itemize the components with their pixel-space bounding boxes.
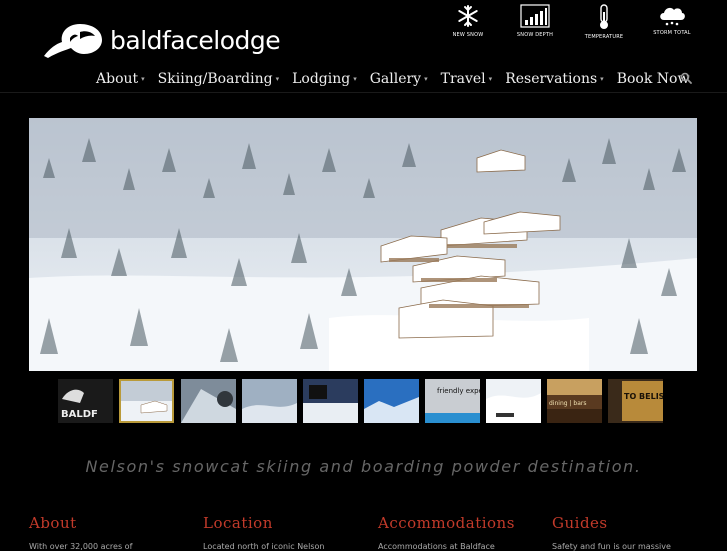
- hero-slide-image[interactable]: [29, 118, 697, 371]
- nav-gallery-label: Gallery: [369, 71, 422, 87]
- chevron-down-icon: ▾: [488, 75, 493, 83]
- site-header: baldfacelodge NEW SNOW SNOW DEPTH TEMPER…: [0, 0, 727, 93]
- thumbnail-5[interactable]: [303, 379, 358, 423]
- nav-reservations-label: Reservations: [505, 71, 598, 87]
- section-location-title[interactable]: Location: [203, 514, 373, 532]
- chevron-down-icon: ▾: [353, 75, 357, 83]
- chevron-down-icon: ▾: [600, 75, 604, 83]
- chevron-down-icon: ▾: [275, 75, 280, 83]
- temperature-label: TEMPERATURE: [584, 34, 624, 40]
- section-guides-text: Safety and fun is our massive: [552, 542, 671, 551]
- new-snow-widget[interactable]: NEW SNOW: [440, 4, 496, 38]
- section-accommodations: Accommodations Accommodations at Baldfac…: [378, 514, 548, 551]
- lodge-snow-aerial-image: [29, 118, 697, 371]
- new-snow-label: NEW SNOW: [452, 32, 484, 38]
- thumbnail-7[interactable]: friendly experience certified.: [425, 379, 480, 423]
- thumbnail-image: [364, 379, 419, 423]
- thumbnail-caption: TO BELIS RID: [624, 392, 663, 401]
- nav-skiing-boarding-label: Skiing/Boarding: [157, 71, 273, 87]
- snow-depth-bars-icon: [520, 4, 550, 28]
- thumbnail-image: [181, 379, 236, 423]
- chevron-down-icon: ▾: [141, 75, 145, 83]
- cloud-snow-icon: [660, 7, 685, 26]
- nav-book-now[interactable]: Book Now: [617, 71, 690, 87]
- thumbnail-10[interactable]: TO BELIS RID: [608, 379, 663, 423]
- logo-wordmark: baldfacelodge: [110, 25, 281, 55]
- section-about-title[interactable]: About: [29, 514, 199, 532]
- nav-lodging-label: Lodging: [292, 71, 351, 87]
- site-logo[interactable]: baldfacelodge: [40, 18, 290, 62]
- chevron-down-icon: ▾: [424, 75, 428, 83]
- thumbnail-image: dining | bars: [547, 379, 602, 423]
- thumbnail-caption: BALDF: [61, 409, 98, 420]
- section-accommodations-text: Accommodations at Baldface: [378, 542, 495, 551]
- section-accommodations-title[interactable]: Accommodations: [378, 514, 548, 532]
- thumbnail-image: [242, 379, 297, 423]
- thumbnail-8[interactable]: [486, 379, 541, 423]
- thumbnail-image: [486, 379, 541, 423]
- snow-depth-label: SNOW DEPTH: [516, 32, 554, 38]
- thumbnail-3[interactable]: [181, 379, 236, 423]
- thermometer-icon: [600, 4, 608, 29]
- storm-total-label: STORM TOTAL: [653, 30, 691, 36]
- nav-book-now-label: Book Now: [616, 71, 690, 87]
- thumbnail-image: [303, 379, 358, 423]
- thumbnail-1[interactable]: BALDF: [58, 379, 113, 423]
- thumbnail-caption: friendly experience certified.: [437, 387, 480, 395]
- nav-travel[interactable]: Travel ▾: [441, 71, 493, 87]
- temperature-widget[interactable]: TEMPERATURE: [576, 4, 632, 40]
- nav-skiing-boarding[interactable]: Skiing/Boarding ▾: [158, 71, 279, 87]
- storm-total-widget[interactable]: STORM TOTAL: [644, 4, 700, 36]
- snowflake-icon: [458, 5, 478, 27]
- section-about-text: With over 32,000 acres of: [29, 542, 133, 551]
- thumbnail-9[interactable]: dining | bars: [547, 379, 602, 423]
- thumbnail-image: friendly experience certified.: [425, 379, 480, 423]
- nav-about[interactable]: About ▾: [96, 71, 145, 87]
- section-guides: Guides Safety and fun is our massive: [552, 514, 722, 551]
- nav-reservations[interactable]: Reservations ▾: [505, 71, 604, 87]
- section-about: About With over 32,000 acres of: [29, 514, 199, 551]
- snow-depth-widget[interactable]: SNOW DEPTH: [507, 4, 563, 38]
- nav-travel-label: Travel: [440, 71, 486, 87]
- thumbnail-image: TO BELIS RID: [608, 379, 663, 423]
- logo-head-icon: [44, 24, 102, 58]
- thumbnail-image: BALDF: [58, 379, 113, 423]
- section-location: Location Located north of iconic Nelson: [203, 514, 373, 551]
- section-location-text: Located north of iconic Nelson: [203, 542, 325, 551]
- section-guides-title[interactable]: Guides: [552, 514, 722, 532]
- nav-lodging[interactable]: Lodging ▾: [292, 71, 357, 87]
- thumbnail-image: [119, 379, 174, 423]
- thumbnail-2[interactable]: [119, 379, 174, 423]
- search-icon[interactable]: [680, 72, 692, 84]
- thumbnail-6[interactable]: [364, 379, 419, 423]
- main-nav: About ▾ Skiing/Boarding ▾ Lodging ▾ Gallery…: [96, 69, 702, 89]
- nav-about-label: About: [96, 71, 139, 87]
- thumbnail-4[interactable]: [242, 379, 297, 423]
- snow-conditions: NEW SNOW SNOW DEPTH TEMPERATURE STORM TO…: [440, 4, 725, 44]
- nav-gallery[interactable]: Gallery ▾: [370, 71, 428, 87]
- tagline: Nelson's snowcat skiing and boarding pow…: [85, 457, 642, 476]
- thumbnail-caption: dining | bars: [549, 400, 586, 407]
